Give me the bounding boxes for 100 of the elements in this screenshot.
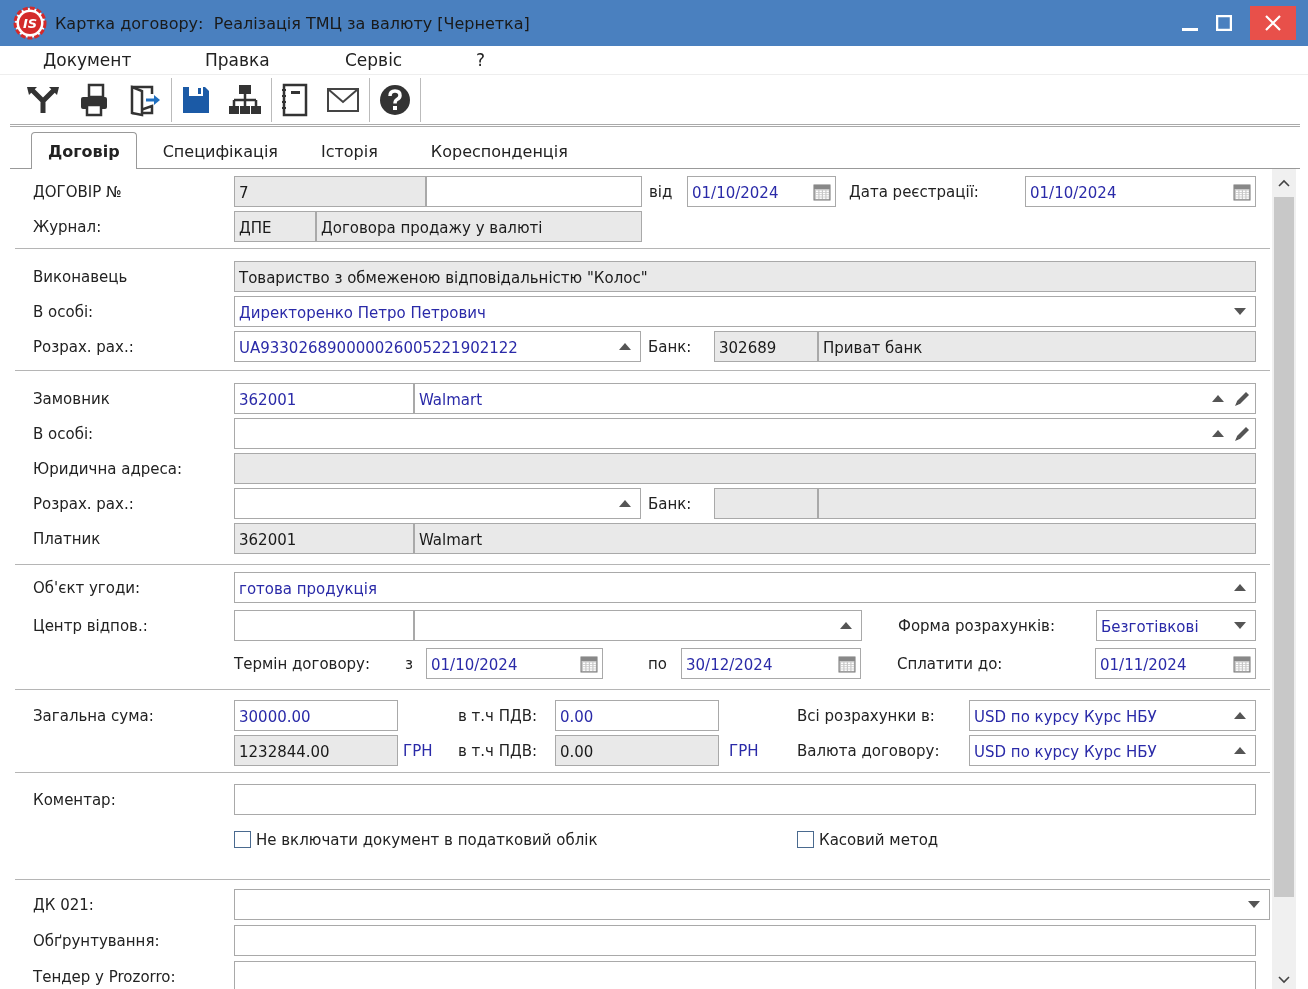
text-field[interactable]: ДПЕ [234, 211, 316, 242]
menu-item[interactable]: Сервіс [345, 50, 476, 70]
field-label: в т.ч ПДВ: [458, 741, 538, 760]
text-field[interactable]: Товариство з обмеженою відповідальністю "Колос" [234, 261, 1256, 292]
dropdown-arrow-icon[interactable] [1248, 901, 1260, 908]
lookup-field[interactable]: Walmart [414, 383, 1256, 414]
text-field[interactable] [818, 488, 1256, 519]
text-field[interactable]: Договора продажу у валюті [316, 211, 642, 242]
field-label: Центр відпов.: [33, 616, 148, 635]
checkbox[interactable] [797, 831, 814, 848]
dropdown-field[interactable] [234, 889, 1270, 920]
scrollbar-thumb[interactable] [1274, 197, 1294, 897]
field-label: Замовник [33, 389, 110, 408]
field-label: Всі розрахунки в: [797, 706, 935, 725]
notebook-icon[interactable] [281, 82, 309, 117]
text-field[interactable]: 0.00 [555, 735, 719, 766]
text-field[interactable]: Приват банк [818, 331, 1256, 362]
date-field[interactable]: 01/11/2024 [1095, 648, 1256, 679]
close-button[interactable] [1250, 6, 1296, 40]
text-field[interactable]: 0.00 [555, 700, 719, 731]
up-arrow-icon[interactable] [619, 343, 631, 350]
scroll-up-icon[interactable] [1278, 179, 1290, 187]
field-label: Коментар: [33, 790, 116, 809]
field-label: Журнал: [33, 217, 102, 236]
tab[interactable]: Історія [304, 133, 395, 168]
dropdown-field[interactable]: UA933026890000026005221902122 [234, 331, 641, 362]
fork-icon[interactable] [26, 84, 60, 115]
up-arrow-icon[interactable] [1212, 395, 1224, 402]
help-icon[interactable] [379, 83, 411, 116]
checkbox[interactable] [234, 831, 251, 848]
text-field[interactable]: 362001 [234, 523, 414, 554]
maximize-icon[interactable] [1216, 15, 1232, 31]
field-label: Сплатити до: [897, 654, 1003, 673]
dropdown-field[interactable] [414, 610, 862, 641]
date-field[interactable]: 01/10/2024 [426, 648, 603, 679]
lookup-field[interactable] [234, 418, 1256, 449]
dropdown-field[interactable] [234, 488, 641, 519]
calendar-icon [580, 654, 598, 673]
currency-label: ГРН [729, 741, 759, 760]
pencil-icon[interactable] [1233, 424, 1251, 443]
field-label: Розрах. рах.: [33, 494, 134, 513]
menu-item[interactable]: ? [476, 50, 486, 70]
calendar-icon [1233, 654, 1251, 673]
menu-item[interactable]: Документ [43, 50, 205, 70]
text-field[interactable]: Walmart [414, 523, 1256, 554]
tab[interactable]: Договір [31, 132, 137, 169]
exit-icon[interactable] [128, 82, 162, 117]
dropdown-field[interactable]: Безготівкові [1096, 610, 1256, 641]
up-arrow-icon[interactable] [1234, 584, 1246, 591]
app-logo-icon: IS [13, 6, 47, 40]
tab[interactable]: Специфікація [145, 133, 295, 168]
dropdown-arrow-icon[interactable] [1234, 308, 1246, 315]
up-arrow-icon[interactable] [840, 622, 852, 629]
date-field[interactable]: 30/12/2024 [681, 648, 861, 679]
tab[interactable]: Кореспонденція [413, 133, 585, 168]
field-label: по [648, 654, 667, 673]
field-label: Термін договору: [234, 654, 371, 673]
field-label: з [405, 654, 413, 673]
hierarchy-icon[interactable] [228, 83, 262, 116]
dropdown-field[interactable]: Директоренко Петро Петрович [234, 296, 1256, 327]
up-arrow-icon[interactable] [1212, 430, 1224, 437]
up-arrow-icon[interactable] [1234, 747, 1246, 754]
scrollbar[interactable] [1272, 169, 1296, 989]
calendar-icon [838, 654, 856, 673]
text-field[interactable]: 302689 [714, 331, 818, 362]
date-field[interactable]: 01/10/2024 [1025, 176, 1256, 207]
dropdown-field[interactable]: USD по курсу Курс НБУ [969, 735, 1256, 766]
dropdown-arrow-icon[interactable] [1234, 622, 1246, 629]
up-arrow-icon[interactable] [1234, 712, 1246, 719]
text-field[interactable] [234, 453, 1256, 484]
close-icon[interactable] [1265, 15, 1281, 31]
text-field[interactable] [714, 488, 818, 519]
field-label: ДК 021: [33, 895, 94, 914]
dropdown-field[interactable]: готова продукція [234, 572, 1256, 603]
text-field[interactable]: 7 [234, 176, 426, 207]
text-field[interactable] [234, 961, 1256, 989]
calendar-icon [813, 182, 831, 201]
text-field[interactable] [234, 925, 1256, 956]
field-label: Тендер у Prozorro: [33, 967, 176, 986]
dropdown-field[interactable]: USD по курсу Курс НБУ [969, 700, 1256, 731]
text-field[interactable]: 30000.00 [234, 700, 398, 731]
scroll-down-icon[interactable] [1278, 976, 1290, 984]
date-field[interactable]: 01/10/2024 [687, 176, 836, 207]
field-label: ДОГОВІР № [33, 182, 122, 201]
field-label: Дата реєстрації: [849, 182, 979, 201]
field-label: Юридична адреса: [33, 459, 183, 478]
field-label: Загальна сума: [33, 706, 154, 725]
pencil-icon[interactable] [1233, 389, 1251, 408]
field-label: Валюта договору: [797, 741, 940, 760]
field-label: Банк: [648, 337, 692, 356]
text-field[interactable] [426, 176, 642, 207]
up-arrow-icon[interactable] [619, 500, 631, 507]
mail-icon[interactable] [326, 86, 360, 113]
save-icon[interactable] [181, 84, 211, 115]
text-field[interactable] [234, 610, 414, 641]
menu-item[interactable]: Правка [205, 50, 345, 70]
window-title: Картка договору: Реалізація ТМЦ за валюту [Чернетка] [55, 13, 530, 33]
text-field[interactable]: 362001 [234, 383, 414, 414]
text-field[interactable] [234, 784, 1256, 815]
text-field[interactable]: 1232844.00 [234, 735, 398, 766]
